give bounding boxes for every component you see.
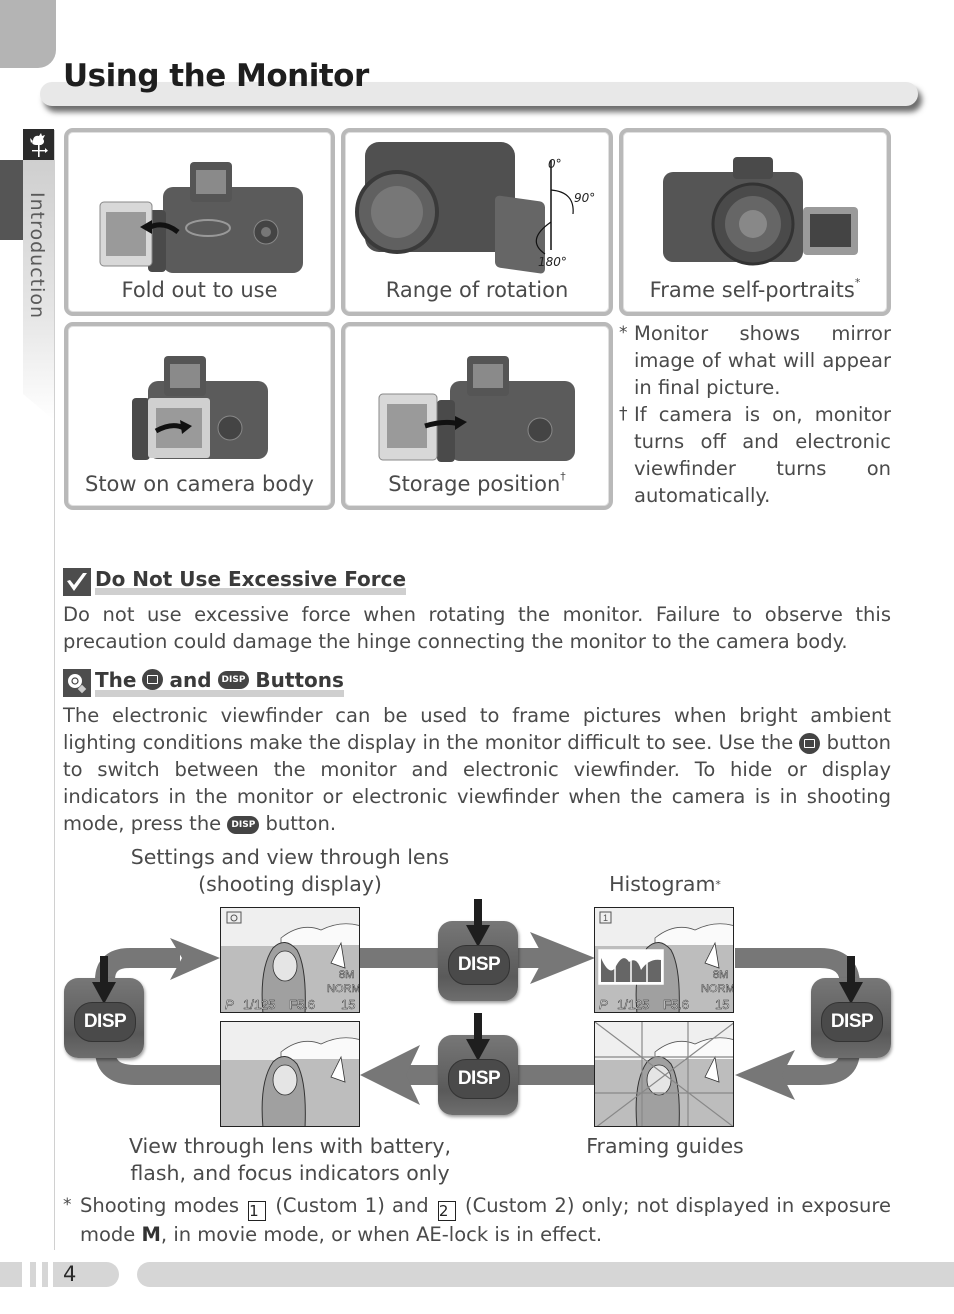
disp-button-left[interactable]: DISP xyxy=(64,956,144,1058)
label-framing-guides: Framing guides xyxy=(586,1134,744,1158)
disp-button-top[interactable]: DISP xyxy=(438,899,518,1001)
svg-text:15: 15 xyxy=(715,997,729,1012)
custom1-mode-icon: 1 xyxy=(248,1201,267,1221)
camera-storage-illustration xyxy=(378,356,575,462)
svg-text:NORM: NORM xyxy=(327,983,360,995)
card-caption: Fold out to use xyxy=(121,278,278,302)
footer-bar xyxy=(137,1262,954,1287)
caution-heading: Do Not Use Excessive Force xyxy=(63,568,407,596)
svg-text:P: P xyxy=(225,997,234,1012)
custom2-mode-icon: 2 xyxy=(437,1201,456,1221)
side-notes: * Monitor shows mirror image of what wil… xyxy=(619,320,891,509)
angle-180: 180° xyxy=(538,255,567,269)
screen-battery-view xyxy=(220,1021,360,1127)
angle-90: 90° xyxy=(574,191,595,205)
disp-button-right[interactable]: DISP xyxy=(811,956,891,1058)
note-storage: † If camera is on, monitor turns off and… xyxy=(619,403,891,507)
disp-button-icon: DISP xyxy=(217,670,250,689)
label-battery-view: View through lens with battery, flash, a… xyxy=(128,1134,452,1185)
page-title: Using the Monitor xyxy=(63,58,369,94)
angle-0: 0° xyxy=(548,157,562,171)
sidebar-tab-marker xyxy=(0,160,23,240)
camera-rotation-illustration: 0° 90° 180° xyxy=(355,142,595,274)
svg-text:1/125: 1/125 xyxy=(243,997,276,1012)
svg-text:P: P xyxy=(599,997,608,1012)
camera-front-illustration xyxy=(663,157,858,266)
screen-histogram: 1 P 1/125 F5.6 15 8M NORM xyxy=(594,907,734,1013)
screen-shooting-display: P 1/125 F5.6 15 8M NORM xyxy=(220,907,360,1013)
card-caption: Frame self-portraits* xyxy=(649,276,861,302)
svg-text:15: 15 xyxy=(341,997,355,1012)
monitor-button-icon xyxy=(142,669,164,690)
card-stow: Stow on camera body xyxy=(64,322,335,510)
margin-rule xyxy=(54,130,55,1250)
footer-bar-segment xyxy=(30,1262,36,1287)
arrow-path-top-mid xyxy=(360,948,440,968)
footnote: * Shooting modes 1 (Custom 1) and 2 (Cus… xyxy=(63,1194,891,1246)
card-fold-out: Fold out to use xyxy=(64,128,335,316)
label-histogram: Histogram* xyxy=(609,872,721,896)
svg-text:NORM: NORM xyxy=(701,983,734,995)
arrow-path-bottom-mid xyxy=(515,1065,595,1085)
disp-button-bottom[interactable]: DISP xyxy=(438,1013,518,1115)
tip-bulb-icon xyxy=(63,669,91,697)
svg-text:8M: 8M xyxy=(713,969,728,981)
caution-body: Do not use excessive force when rotating… xyxy=(63,603,891,653)
card-caption: Storage position† xyxy=(388,470,566,496)
weathervane-icon xyxy=(23,129,54,160)
page-number: 4 xyxy=(63,1262,77,1286)
svg-text:1: 1 xyxy=(603,913,608,923)
footer-bar-segment xyxy=(42,1262,48,1287)
camera-fold-out-illustration xyxy=(99,162,303,273)
card-rotation: 0° 90° 180° Range of rotation xyxy=(341,128,613,316)
svg-text:1/125: 1/125 xyxy=(617,997,650,1012)
card-storage: Storage position† xyxy=(341,322,613,510)
monitor-button-icon xyxy=(799,733,821,754)
camera-stow-illustration xyxy=(132,356,268,460)
card-self-portrait: Frame self-portraits* xyxy=(619,128,891,316)
card-caption: Stow on camera body xyxy=(84,472,314,496)
footer-bar-segment xyxy=(0,1262,22,1287)
buttons-body: The electronic viewfinder can be used to… xyxy=(63,704,891,835)
label-shooting-display: Settings and view through lens (shooting… xyxy=(130,845,450,896)
buttons-heading: The and DISP Buttons xyxy=(63,669,344,697)
disp-button-icon: DISP xyxy=(227,815,260,834)
section-tab-label[interactable]: Introduction xyxy=(26,192,48,319)
svg-text:F5.6: F5.6 xyxy=(289,997,315,1012)
corner-tab xyxy=(0,0,56,68)
card-caption: Range of rotation xyxy=(385,278,569,302)
svg-text:8M: 8M xyxy=(339,969,354,981)
screen-framing-guides xyxy=(594,1021,734,1127)
arrow-path-top-left xyxy=(95,948,180,981)
note-mirror: * Monitor shows mirror image of what wil… xyxy=(619,322,891,399)
svg-text:F5.6: F5.6 xyxy=(663,997,689,1012)
checkmark-icon xyxy=(63,568,91,596)
